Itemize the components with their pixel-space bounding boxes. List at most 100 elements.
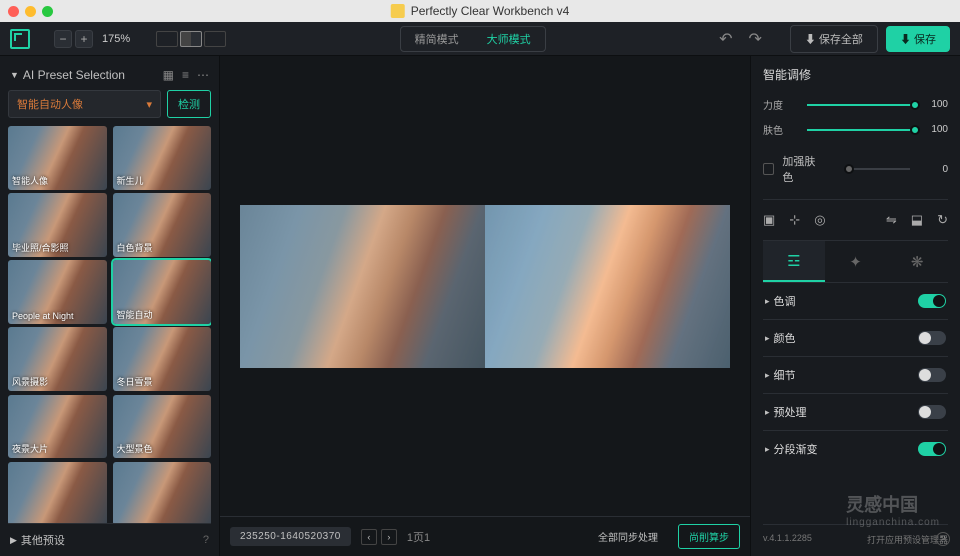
preset-item[interactable]: 白色背景 bbox=[113, 193, 212, 257]
mode-simple[interactable]: 精简模式 bbox=[401, 27, 473, 51]
preset-item[interactable]: 大型景色 bbox=[113, 395, 212, 459]
other-presets[interactable]: 其他预设 bbox=[21, 532, 65, 548]
save-button[interactable]: ⬇ 保存 bbox=[886, 26, 950, 52]
accordion-3[interactable]: ▸ 预处理 bbox=[763, 394, 948, 431]
chevron-right-icon: ▸ bbox=[765, 407, 770, 418]
zoom-out-button[interactable]: − bbox=[54, 30, 72, 48]
viewer: 235250-1640520370 ‹ › 1页1 全部同步处理 尚削算步 bbox=[220, 56, 750, 556]
straighten-icon[interactable]: ⊹ bbox=[789, 212, 800, 228]
file-id: 235250-1640520370 bbox=[230, 527, 351, 546]
preset-label: 白色背景 bbox=[117, 241, 153, 254]
view-single-button[interactable] bbox=[156, 31, 178, 47]
prev-button[interactable]: ‹ bbox=[361, 529, 377, 545]
accordion-toggle[interactable] bbox=[918, 368, 946, 382]
preset-item[interactable]: 智能人像 bbox=[8, 126, 107, 190]
reset-button[interactable]: 尚削算步 bbox=[678, 524, 740, 549]
preset-label: 大型景色 bbox=[117, 442, 153, 455]
collapse-icon[interactable]: ▼ bbox=[10, 70, 19, 80]
view-split-button[interactable] bbox=[180, 31, 202, 47]
undo-button[interactable]: ↶ bbox=[719, 29, 732, 49]
crop-icon[interactable]: ▣ bbox=[763, 212, 775, 228]
minimize-icon[interactable] bbox=[25, 6, 36, 17]
accordion-toggle[interactable] bbox=[918, 294, 946, 308]
accordion-label: 颜色 bbox=[774, 330, 918, 346]
accordion-1[interactable]: ▸ 颜色 bbox=[763, 320, 948, 357]
preset-item[interactable] bbox=[8, 462, 107, 523]
tab-adjustments[interactable]: ☲ bbox=[763, 241, 825, 282]
left-panel: ▼ AI Preset Selection ▦ ≡ ⋯ 智能自动人像▾ 检测 智… bbox=[0, 56, 220, 556]
list-view-icon[interactable]: ≡ bbox=[182, 68, 189, 82]
before-image bbox=[240, 205, 485, 368]
app-logo-icon[interactable] bbox=[10, 29, 30, 49]
detect-button[interactable]: 检测 bbox=[167, 90, 211, 118]
accordion-toggle[interactable] bbox=[918, 442, 946, 456]
after-image bbox=[485, 205, 730, 368]
chevron-right-icon: ▸ bbox=[765, 444, 770, 455]
next-button[interactable]: › bbox=[381, 529, 397, 545]
accordion-label: 预处理 bbox=[774, 404, 918, 420]
sync-all-button[interactable]: 全部同步处理 bbox=[588, 525, 668, 548]
skin-value: 100 bbox=[924, 124, 948, 135]
skin-label: 肤色 bbox=[763, 122, 799, 137]
grid-view-icon[interactable]: ▦ bbox=[163, 68, 174, 82]
enhance-skin-checkbox[interactable] bbox=[763, 163, 774, 175]
chevron-down-icon: ▾ bbox=[146, 98, 152, 111]
rotate-icon[interactable]: ↻ bbox=[937, 212, 948, 228]
preset-item[interactable] bbox=[113, 462, 212, 523]
help-button[interactable]: ? bbox=[936, 532, 950, 546]
save-all-button[interactable]: ⬇ 保存全部 bbox=[790, 25, 878, 53]
filmstrip: 235250-1640520370 ‹ › 1页1 全部同步处理 尚削算步 bbox=[220, 516, 750, 556]
toolbar: − + 175% 精简模式 大师模式 ↶ ↷ ⬇ 保存全部 ⬇ 保存 bbox=[0, 22, 960, 56]
accordion-4[interactable]: ▸分段渐变 bbox=[763, 431, 948, 467]
enhance-skin-slider[interactable] bbox=[848, 168, 910, 170]
accordion-toggle[interactable] bbox=[918, 405, 946, 419]
collapse-icon[interactable]: ▶ bbox=[10, 535, 17, 546]
right-panel: 智能调修 力度 100 肤色 100 加强肤色 0 ▣ ⊹ ◎ ⇋ ⬓ ↻ bbox=[750, 56, 960, 556]
redeye-icon[interactable]: ◎ bbox=[814, 212, 825, 228]
strength-value: 100 bbox=[924, 99, 948, 110]
traffic-lights[interactable] bbox=[8, 6, 53, 17]
preset-item[interactable]: 夜景大片 bbox=[8, 395, 107, 459]
mode-switch: 精简模式 大师模式 bbox=[400, 26, 546, 52]
preset-label: 毕业照/合影照 bbox=[12, 241, 69, 254]
preset-item[interactable]: 风景摄影 bbox=[8, 327, 107, 391]
accordion-2[interactable]: ▸ 细节 bbox=[763, 357, 948, 394]
app-icon bbox=[391, 4, 405, 18]
enhance-skin-label: 加强肤色 bbox=[782, 153, 823, 185]
redo-button[interactable]: ↷ bbox=[748, 29, 761, 49]
mode-master[interactable]: 大师模式 bbox=[473, 27, 545, 51]
close-icon[interactable] bbox=[8, 6, 19, 17]
more-icon[interactable]: ⋯ bbox=[197, 68, 209, 82]
accordion-label: 色调 bbox=[774, 293, 918, 309]
zoom-value: 175% bbox=[102, 33, 130, 45]
preset-item[interactable]: 冬日雪景 bbox=[113, 327, 212, 391]
preset-item[interactable]: 智能自动 bbox=[113, 260, 212, 324]
window-title: Perfectly Clear Workbench v4 bbox=[391, 4, 570, 18]
zoom-controls: − + 175% bbox=[54, 30, 130, 48]
preset-label: 新生儿 bbox=[117, 174, 144, 187]
accordion-label: 细节 bbox=[774, 367, 918, 383]
chevron-right-icon: ▸ bbox=[765, 333, 770, 344]
preset-label: 智能自动 bbox=[117, 308, 153, 321]
zoom-in-button[interactable]: + bbox=[75, 30, 93, 48]
accordion-toggle[interactable] bbox=[918, 331, 946, 345]
chevron-right-icon: ▸ bbox=[765, 370, 770, 381]
flip-v-icon[interactable]: ⬓ bbox=[911, 212, 923, 228]
help-icon[interactable]: ? bbox=[203, 534, 209, 546]
strength-slider[interactable] bbox=[807, 104, 916, 106]
tab-retouch[interactable]: ✦ bbox=[825, 241, 887, 282]
canvas[interactable] bbox=[220, 56, 750, 516]
preset-label: 智能人像 bbox=[12, 174, 48, 187]
tab-effects[interactable]: ❋ bbox=[886, 241, 948, 282]
flip-h-icon[interactable]: ⇋ bbox=[886, 212, 897, 228]
skin-slider[interactable] bbox=[807, 129, 916, 131]
preset-item[interactable]: 新生儿 bbox=[113, 126, 212, 190]
page-info: 1页1 bbox=[407, 529, 430, 545]
panel-title: AI Preset Selection bbox=[23, 68, 163, 82]
preset-category-dropdown[interactable]: 智能自动人像▾ bbox=[8, 90, 161, 118]
view-crop-button[interactable] bbox=[204, 31, 226, 47]
preset-item[interactable]: 毕业照/合影照 bbox=[8, 193, 107, 257]
accordion-0[interactable]: ▸色调 bbox=[763, 283, 948, 320]
maximize-icon[interactable] bbox=[42, 6, 53, 17]
preset-item[interactable]: People at Night bbox=[8, 260, 107, 324]
